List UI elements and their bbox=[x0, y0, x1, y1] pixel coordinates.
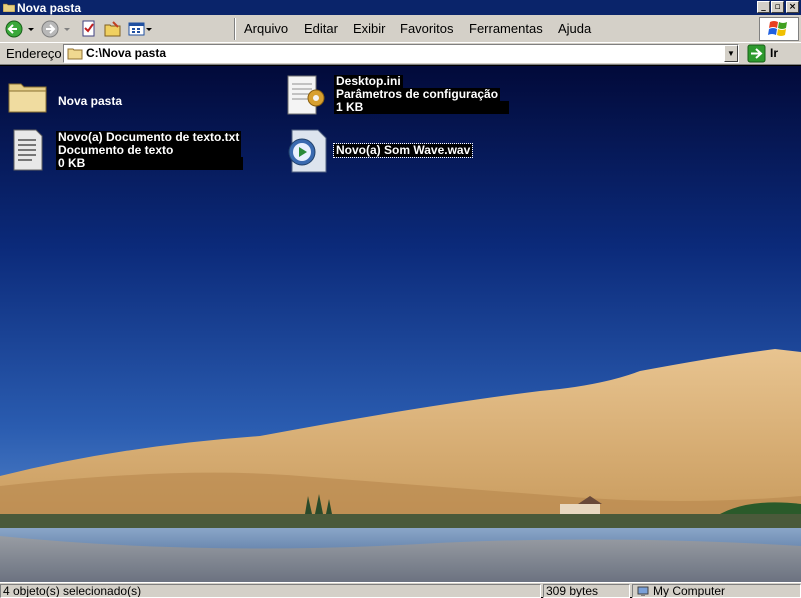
go-label: Ir bbox=[770, 46, 779, 60]
menu-exibir[interactable]: Exibir bbox=[353, 21, 386, 36]
go-arrow-icon bbox=[747, 44, 766, 63]
text-document-icon bbox=[13, 129, 43, 171]
folder-icon bbox=[3, 3, 15, 12]
minimize-button[interactable]: _ bbox=[757, 1, 770, 13]
status-selection: 4 objeto(s) selecionado(s) bbox=[0, 584, 541, 598]
address-value: C:\Nova pasta bbox=[86, 46, 167, 60]
title-bar[interactable]: Nova pasta _ ▫ × bbox=[0, 0, 801, 15]
menu-editar[interactable]: Editar bbox=[304, 21, 338, 36]
folders-icon[interactable] bbox=[103, 19, 123, 39]
file-size: 0 KB bbox=[56, 157, 244, 170]
file-name: Nova pasta bbox=[58, 94, 123, 108]
windows-logo bbox=[759, 17, 799, 41]
file-view[interactable]: Nova pasta Desktop.ini Parâmetros de con… bbox=[0, 66, 801, 582]
folder-icon bbox=[67, 48, 83, 60]
menu-ferramentas[interactable]: Ferramentas bbox=[469, 21, 543, 36]
forward-dropdown-icon[interactable] bbox=[62, 19, 72, 39]
menu-favoritos[interactable]: Favoritos bbox=[400, 21, 453, 36]
views-icon[interactable] bbox=[127, 19, 153, 39]
toolbar-separator bbox=[234, 18, 236, 40]
properties-icon[interactable] bbox=[80, 19, 98, 39]
folder-icon bbox=[8, 83, 47, 113]
address-input[interactable]: C:\Nova pasta ▼ bbox=[63, 44, 739, 63]
computer-icon bbox=[637, 586, 649, 596]
status-zone: My Computer bbox=[632, 584, 801, 598]
menu-ajuda[interactable]: Ajuda bbox=[558, 21, 591, 36]
file-size: 1 KB bbox=[334, 101, 510, 114]
restore-button[interactable]: ▫ bbox=[771, 1, 784, 13]
back-dropdown-icon[interactable] bbox=[26, 19, 36, 39]
media-file-icon bbox=[288, 129, 327, 173]
close-button[interactable]: × bbox=[786, 1, 799, 13]
status-zone-label: My Computer bbox=[653, 584, 726, 598]
menu-arquivo[interactable]: Arquivo bbox=[244, 21, 288, 36]
address-dropdown-button[interactable]: ▼ bbox=[724, 45, 738, 62]
forward-icon[interactable] bbox=[40, 19, 60, 39]
address-bar: Endereço C:\Nova pasta ▼ Ir bbox=[0, 43, 801, 65]
address-label: Endereço bbox=[6, 46, 62, 61]
status-size: 309 bytes bbox=[543, 584, 630, 598]
settings-file-icon bbox=[287, 75, 325, 115]
go-button[interactable]: Ir bbox=[745, 44, 793, 63]
status-bar: 4 objeto(s) selecionado(s) 309 bytes My … bbox=[0, 582, 801, 598]
toolbar: Arquivo Editar Exibir Favoritos Ferramen… bbox=[0, 15, 801, 43]
file-name: Novo(a) Som Wave.wav bbox=[332, 143, 474, 158]
back-icon[interactable] bbox=[4, 19, 24, 39]
window-title: Nova pasta bbox=[17, 1, 82, 15]
windows-flag-icon bbox=[768, 21, 787, 36]
